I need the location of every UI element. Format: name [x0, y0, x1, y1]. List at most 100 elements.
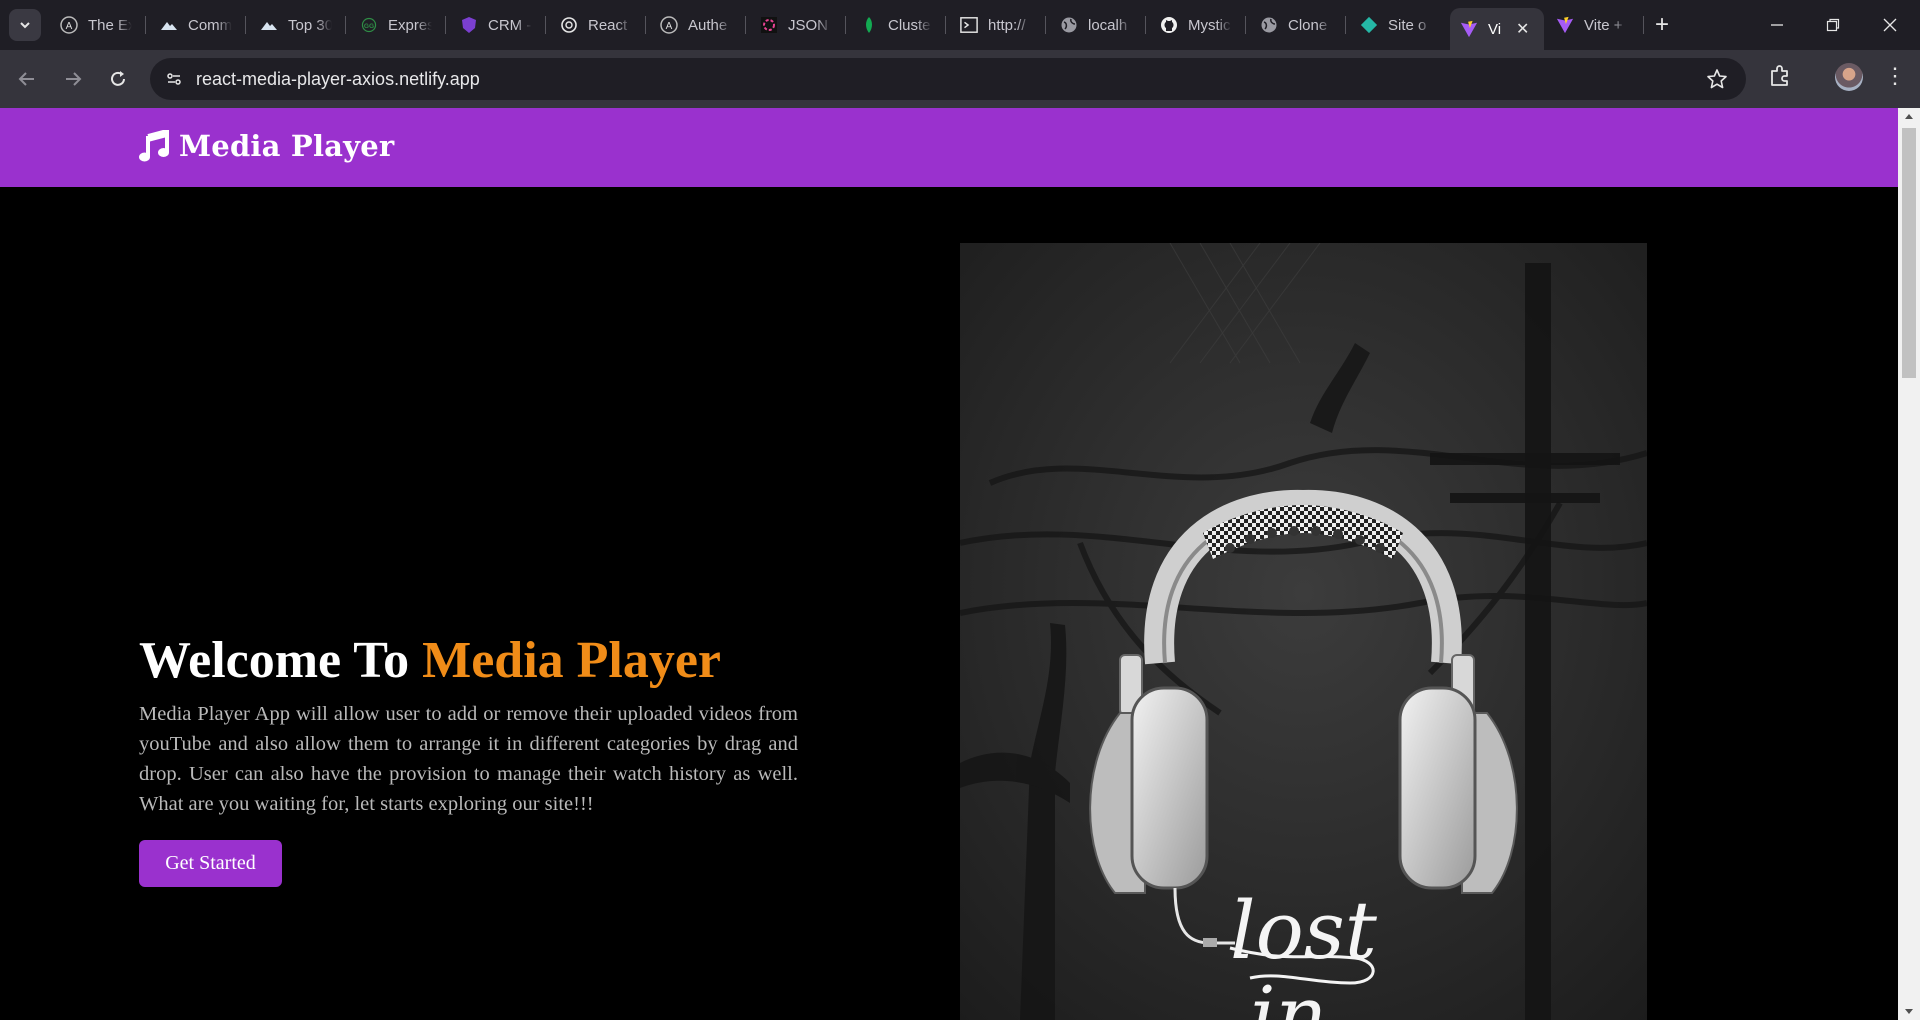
tab-7[interactable]: JSON: [750, 8, 842, 42]
tab-15[interactable]: Vite +: [1546, 8, 1638, 42]
tab-label: Clone: [1288, 16, 1328, 34]
tab-separator: [1643, 16, 1644, 34]
restore-button[interactable]: [1813, 10, 1853, 40]
tab-separator: [145, 16, 146, 34]
tab-separator: [545, 16, 546, 34]
mountain-icon: [160, 16, 178, 34]
tab-label: Comm: [188, 16, 232, 34]
hero-description: Media Player App will allow user to add …: [139, 703, 798, 815]
tab-5[interactable]: React: [550, 8, 642, 42]
tab-12[interactable]: Clone: [1250, 8, 1342, 42]
browser-menu-icon[interactable]: ⋮: [1884, 62, 1906, 92]
tab-13[interactable]: Site o: [1350, 8, 1442, 42]
tab-6[interactable]: A Authe: [650, 8, 742, 42]
tab-separator: [245, 16, 246, 34]
minimize-icon: [1771, 24, 1783, 26]
poster-caption-line1: lost: [1230, 884, 1378, 977]
hero-title-accent: Media Player: [422, 632, 722, 689]
tab-strip: A The Ex Comm Top 30 GG Expres CRM - Rea…: [0, 0, 1920, 50]
tab-label: Authe: [688, 16, 728, 34]
browser-toolbar: react-media-player-axios.netlify.app: [0, 50, 1920, 108]
tab-label: Site o: [1388, 16, 1427, 34]
tab-search-button[interactable]: [9, 9, 41, 41]
tab-label: The Ex: [88, 16, 132, 34]
tab-separator: [1145, 16, 1146, 34]
hero-title-prefix: Welcome To: [139, 632, 423, 689]
geeksforgeeks-icon: GG: [360, 16, 378, 34]
vite-icon: [1460, 20, 1478, 38]
tab-label: CRM -: [488, 16, 532, 34]
angular-icon: A: [660, 16, 678, 34]
profile-avatar[interactable]: [1835, 63, 1863, 91]
url-text[interactable]: react-media-player-axios.netlify.app: [196, 69, 480, 90]
tab-separator: [745, 16, 746, 34]
brand-name: Media Player: [179, 129, 395, 163]
arrow-left-icon: [18, 72, 34, 86]
site-navbar: Media Player: [0, 108, 1898, 187]
mountain-icon: [260, 16, 278, 34]
tab-label: http://: [988, 16, 1026, 34]
tab-2[interactable]: Top 30: [250, 8, 342, 42]
tab-separator: [445, 16, 446, 34]
netlify-icon: [1360, 16, 1378, 34]
scroll-up-arrow-icon[interactable]: [1898, 108, 1920, 124]
tab-0[interactable]: A The Ex: [50, 8, 142, 42]
minimize-button[interactable]: [1757, 10, 1797, 40]
tab-separator: [1045, 16, 1046, 34]
tab-separator: [645, 16, 646, 34]
svg-text:A: A: [666, 21, 673, 32]
reload-button[interactable]: [102, 63, 134, 95]
back-button[interactable]: [11, 63, 43, 95]
tab-4[interactable]: CRM -: [450, 8, 542, 42]
close-window-button[interactable]: [1870, 10, 1910, 40]
headphones-poster-image: lost in: [960, 243, 1647, 1020]
music-note-icon: [139, 130, 169, 162]
page-viewport: Media Player Welcome To Media Player Med…: [0, 108, 1898, 1020]
bookmark-star-icon[interactable]: [1706, 68, 1728, 90]
tab-label: Vi: [1488, 20, 1502, 38]
tab-3[interactable]: GG Expres: [350, 8, 442, 42]
tab-separator: [345, 16, 346, 34]
close-icon: [1883, 18, 1897, 32]
tab-label: Top 30: [288, 16, 332, 34]
svg-text:GG: GG: [364, 23, 374, 30]
scrollbar-thumb[interactable]: [1902, 128, 1916, 378]
tab-separator: [845, 16, 846, 34]
angular-icon: A: [60, 16, 78, 34]
shield-icon: [460, 16, 478, 34]
forward-button[interactable]: [57, 63, 89, 95]
tab-label: Expres: [388, 16, 432, 34]
tab-11[interactable]: Mystic: [1150, 8, 1242, 42]
reload-icon: [111, 71, 125, 86]
tab-9[interactable]: http://: [950, 8, 1042, 42]
brand-logo[interactable]: Media Player: [139, 129, 394, 163]
close-tab-icon[interactable]: ✕: [1516, 19, 1529, 39]
get-started-button[interactable]: Get Started: [139, 840, 282, 887]
json-icon: [760, 16, 778, 34]
vite-icon: [1556, 16, 1574, 34]
scroll-down-arrow-icon[interactable]: [1898, 1004, 1920, 1020]
tab-1[interactable]: Comm: [150, 8, 242, 42]
terminal-icon: [960, 16, 978, 34]
tab-separator: [1245, 16, 1246, 34]
mongodb-leaf-icon: [860, 16, 878, 34]
tab-label: Mystic: [1188, 16, 1231, 34]
tab-label: Vite +: [1584, 16, 1623, 34]
tab-8[interactable]: Cluste: [850, 8, 942, 42]
tab-label: React: [588, 16, 628, 34]
poster-caption-line2: in: [1250, 969, 1327, 1020]
tab-label: localh: [1088, 16, 1128, 34]
extensions-icon[interactable]: [1767, 63, 1793, 89]
new-tab-button[interactable]: +: [1648, 12, 1676, 40]
tab-separator: [945, 16, 946, 34]
address-bar[interactable]: react-media-player-axios.netlify.app: [150, 58, 1746, 100]
tab-label: JSON: [788, 16, 829, 34]
chevron-down-icon: [20, 22, 30, 29]
page-scrollbar[interactable]: [1898, 108, 1920, 1020]
site-info-icon[interactable]: [162, 67, 186, 91]
tab-14-active[interactable]: Vi ✕: [1450, 8, 1544, 50]
tab-separator: [1345, 16, 1346, 34]
globe-icon: [1060, 16, 1078, 34]
openai-icon: [560, 16, 578, 34]
tab-10[interactable]: localh: [1050, 8, 1142, 42]
